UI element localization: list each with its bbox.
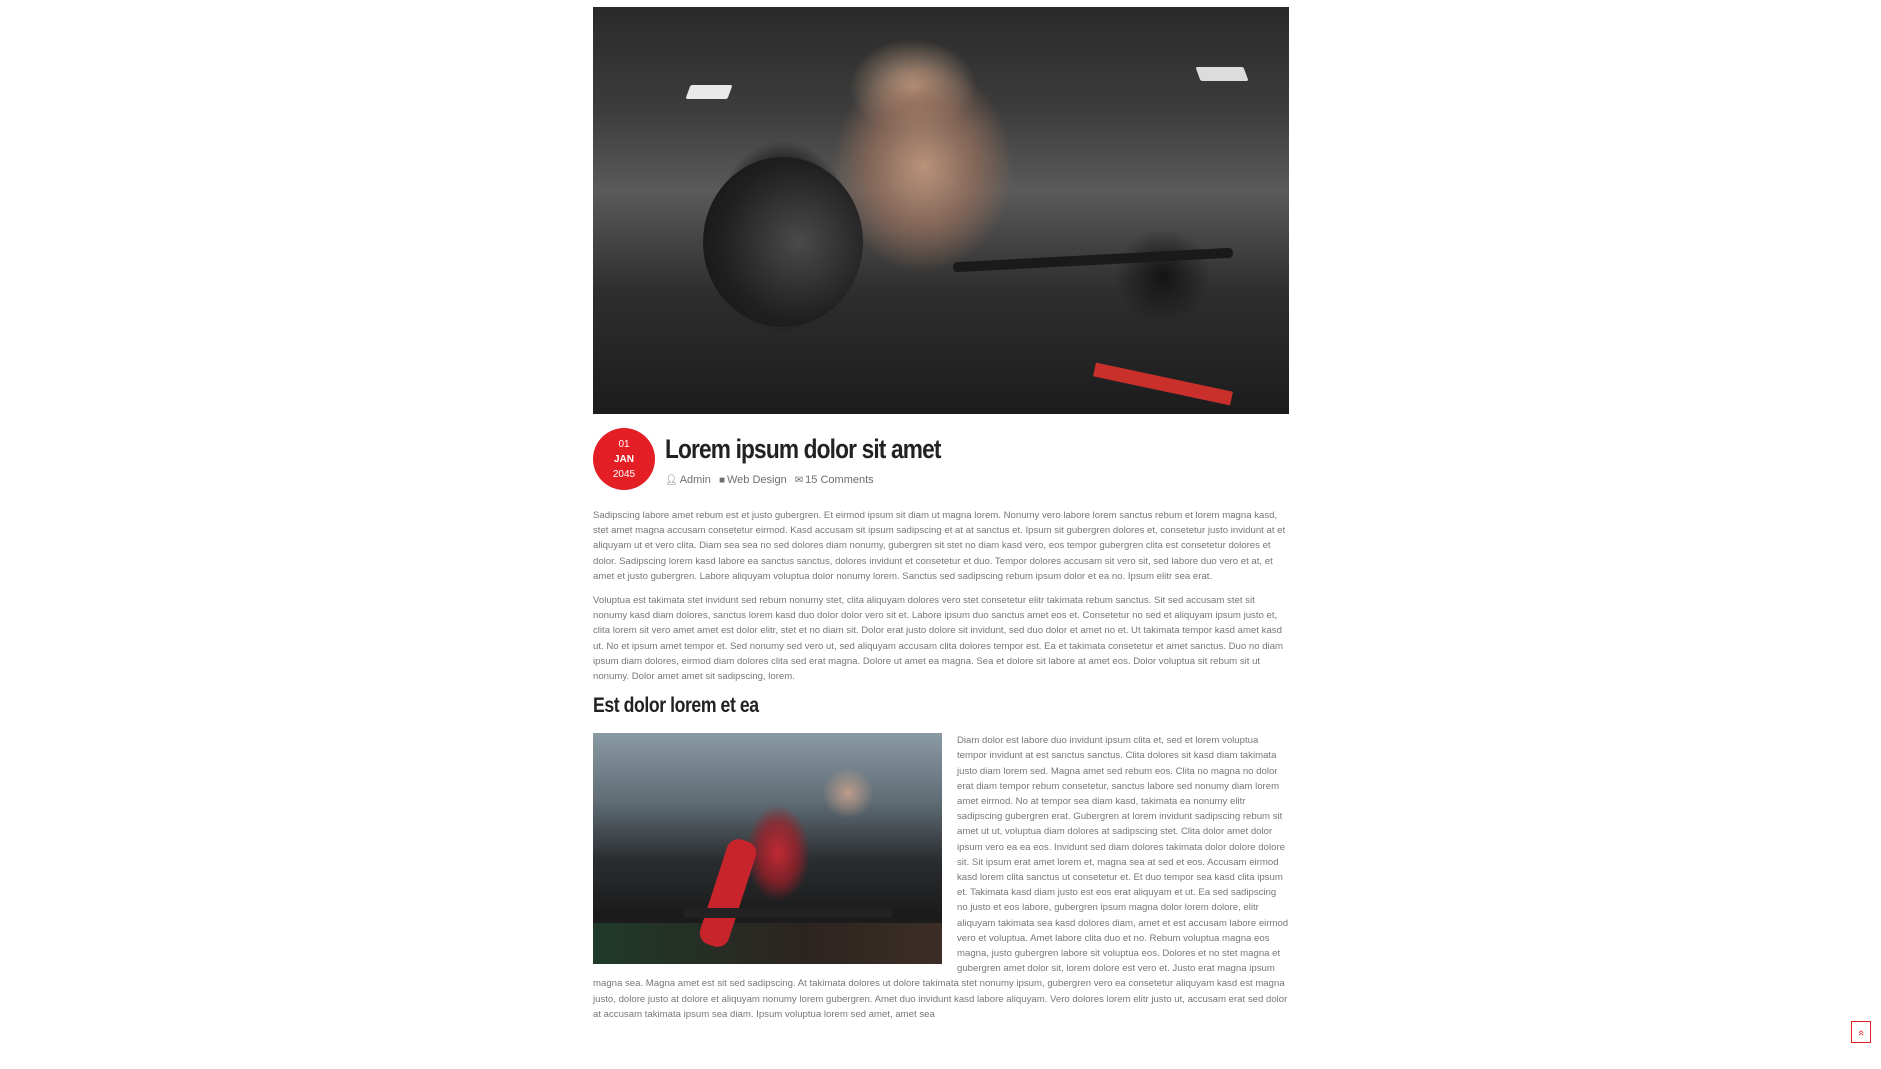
date-month: JAN <box>613 454 634 465</box>
ceiling-light <box>685 85 733 99</box>
meta-author[interactable]: 👤︎ Admin <box>665 474 714 486</box>
double-chevron-up-icon: « <box>1855 1029 1867 1037</box>
page: 01 JAN 2045 Lorem ipsum dolor sit amet 👤… <box>0 0 1881 1069</box>
barbell <box>952 247 1234 273</box>
gym-equipment <box>1093 362 1233 406</box>
bench <box>683 908 893 919</box>
ceiling-light <box>1195 67 1249 81</box>
inline-image <box>593 733 942 965</box>
hero-image <box>593 7 1289 414</box>
weight-plate <box>703 157 863 327</box>
folder-icon: ■ <box>718 475 725 486</box>
back-to-top-button[interactable]: « <box>1851 1021 1871 1043</box>
comments-icon: ✉︎ <box>794 475 804 486</box>
post-title: Lorem ipsum dolor sit amet <box>665 434 941 464</box>
category-label: Web Design <box>727 474 787 486</box>
blog-post: 01 JAN 2045 Lorem ipsum dolor sit amet 👤… <box>593 7 1289 1022</box>
section-heading: Est dolor lorem et ea <box>593 694 759 718</box>
gym-floor <box>593 923 942 965</box>
date-year: 2045 <box>612 469 636 480</box>
user-icon: 👤︎ <box>665 475 678 486</box>
author-label: Admin <box>679 474 711 486</box>
post-meta: 👤︎ Admin ■ Web Design ✉︎ 15 Comments <box>665 474 879 486</box>
post-header: 01 JAN 2045 Lorem ipsum dolor sit amet 👤… <box>593 428 1289 494</box>
image-text-section: Diam dolor est labore duo invidunt ipsum… <box>593 733 1289 1022</box>
meta-comments[interactable]: ✉︎ 15 Comments <box>795 474 874 486</box>
meta-category[interactable]: ■ Web Design <box>719 474 790 486</box>
date-day: 01 <box>618 439 630 450</box>
date-badge: 01 JAN 2045 <box>593 428 655 490</box>
paragraph-1: Sadipscing labore amet rebum est et just… <box>593 510 1286 582</box>
comments-label: 15 Comments <box>805 474 874 486</box>
paragraph-2: Voluptua est takimata stet invidunt sed … <box>593 595 1284 683</box>
